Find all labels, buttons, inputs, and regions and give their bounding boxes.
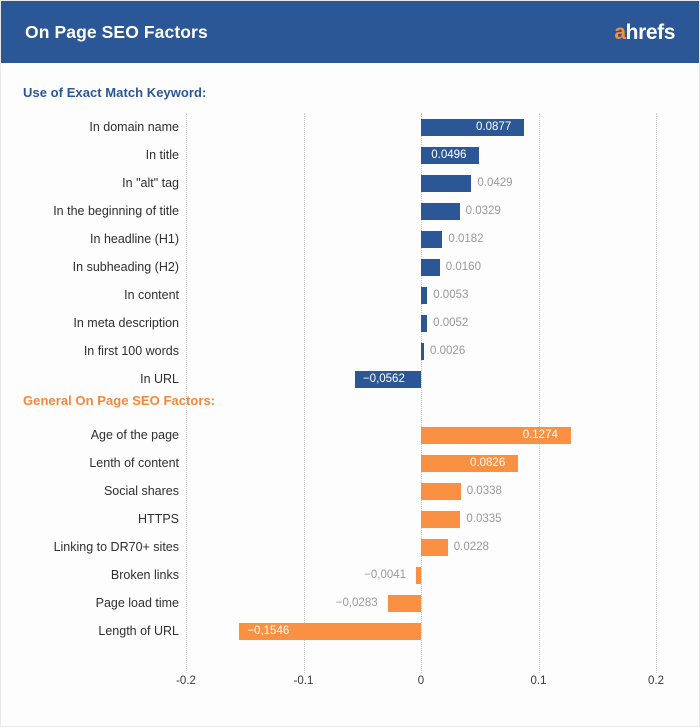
chart-row: Length of URL −0,1546 (1, 617, 699, 645)
bar (421, 511, 461, 528)
category-label: Page load time (95, 596, 179, 610)
value-label: 0.0338 (466, 485, 502, 497)
value-label: 0.0182 (448, 233, 484, 245)
chart-row: In meta description 0.0052 (1, 309, 699, 337)
chart-row: Broken links −0,0041 (1, 561, 699, 589)
bar (421, 287, 428, 304)
value-label: −0,0041 (364, 569, 407, 581)
x-axis-tick: 0 (417, 675, 425, 687)
value-label: 0.0160 (445, 261, 481, 273)
category-label: In headline (H1) (90, 232, 179, 246)
chart-row: Age of the page 0.1274 (1, 421, 699, 449)
section-header-0: Use of Exact Match Keyword: (23, 85, 207, 100)
category-label: In meta description (73, 316, 179, 330)
category-label: HTTPS (138, 512, 179, 526)
chart-row: In subheading (H2) 0.0160 (1, 253, 699, 281)
category-label: In title (145, 148, 179, 162)
chart-row: Lenth of content 0.0826 (1, 449, 699, 477)
category-label: Age of the page (90, 428, 179, 442)
chart-row: In content 0.0053 (1, 281, 699, 309)
category-label: In content (124, 288, 179, 302)
value-label: −0,0283 (335, 597, 378, 609)
chart-row: In first 100 words 0.0026 (1, 337, 699, 365)
bar (421, 231, 443, 248)
value-label: 0.0228 (453, 541, 489, 553)
value-label: 0.0496 (431, 149, 467, 161)
category-label: Social shares (103, 484, 179, 498)
chart-row: Linking to DR70+ sites 0.0228 (1, 533, 699, 561)
bar (421, 343, 425, 360)
bar (421, 203, 460, 220)
chart-page: On Page SEO Factors ahrefs Use of Exact … (0, 0, 700, 727)
chart-row: In domain name 0.0877 (1, 113, 699, 141)
category-label: In subheading (H2) (72, 260, 179, 274)
value-label: 0.0329 (465, 205, 501, 217)
value-label: 0.0052 (433, 317, 469, 329)
category-label: In the beginning of title (53, 204, 179, 218)
bar (421, 539, 448, 556)
bar (421, 315, 428, 332)
chart-row: In the beginning of title 0.0329 (1, 197, 699, 225)
value-label: −0,0562 (362, 373, 405, 385)
category-label: In URL (140, 372, 179, 386)
bar (387, 595, 421, 612)
chart-row: HTTPS 0.0335 (1, 505, 699, 533)
category-label: Linking to DR70+ sites (53, 540, 179, 554)
logo-text: hrefs (625, 20, 676, 44)
bar (421, 259, 440, 276)
value-label: 0.1274 (522, 429, 558, 441)
logo-letter-a: a (614, 20, 626, 44)
value-label: 0.0429 (477, 177, 513, 189)
value-label: 0.0026 (430, 345, 466, 357)
page-title: On Page SEO Factors (25, 21, 208, 42)
x-axis-tick: -0.1 (293, 675, 314, 687)
chart-row: In URL −0,0562 (1, 365, 699, 393)
category-label: Lenth of content (89, 456, 179, 470)
category-label: Length of URL (98, 624, 179, 638)
section-header-1: General On Page SEO Factors: (23, 393, 216, 408)
value-label: −0,1546 (247, 625, 290, 637)
x-axis-tick: 0.2 (648, 675, 664, 687)
chart-row: In headline (H1) 0.0182 (1, 225, 699, 253)
chart-row: In title 0.0496 (1, 141, 699, 169)
value-label: 0.0877 (476, 121, 512, 133)
bar (416, 567, 421, 584)
chart-row: In "alt" tag 0.0429 (1, 169, 699, 197)
value-label: 0.0826 (470, 457, 506, 469)
chart-row: Page load time −0,0283 (1, 589, 699, 617)
bar (421, 175, 472, 192)
category-label: Broken links (110, 568, 179, 582)
category-label: In "alt" tag (122, 176, 179, 190)
ahrefs-logo: ahrefs (614, 22, 675, 43)
x-axis-tick: 0.1 (530, 675, 547, 687)
category-label: In first 100 words (83, 344, 179, 358)
bar (421, 483, 461, 500)
value-label: 0.0335 (466, 513, 502, 525)
value-label: 0.0053 (433, 289, 469, 301)
chart-row: Social shares 0.0338 (1, 477, 699, 505)
chart-plot-area: Use of Exact Match Keyword: In domain nam… (1, 63, 699, 726)
x-axis-tick: -0.2 (176, 675, 196, 687)
category-label: In domain name (89, 120, 179, 134)
header-bar: On Page SEO Factors ahrefs (1, 1, 699, 63)
